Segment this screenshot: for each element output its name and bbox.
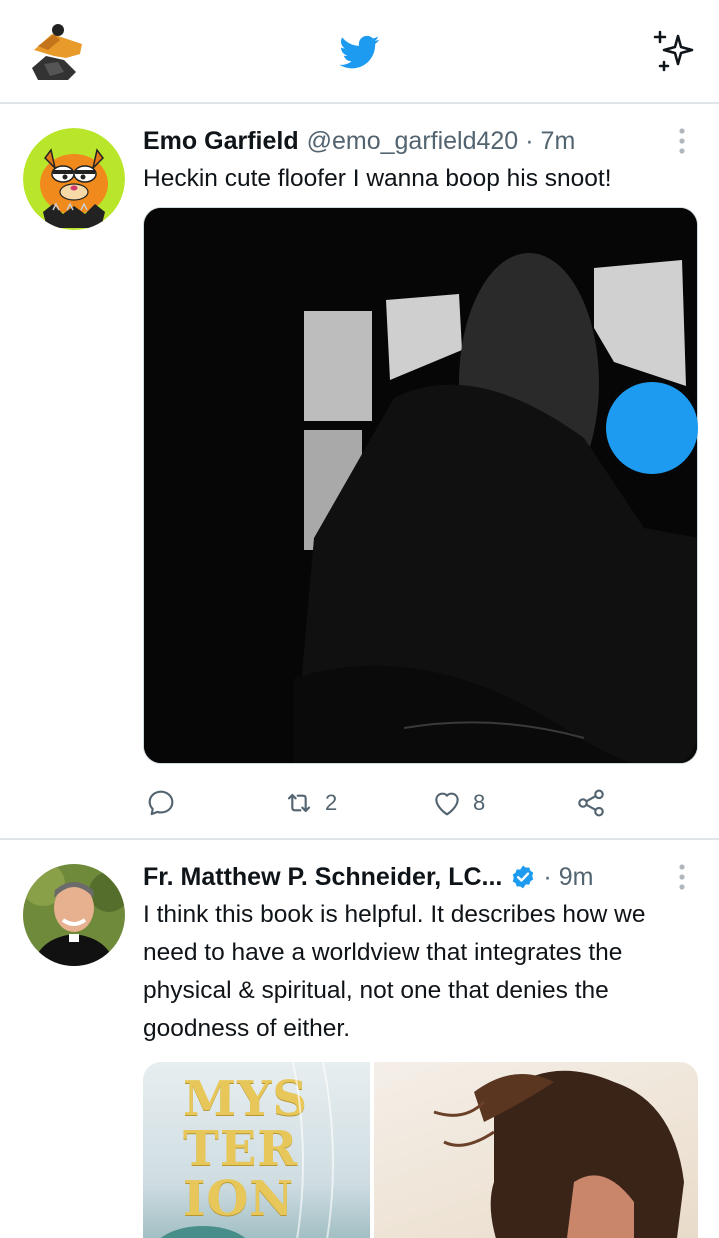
display-name[interactable]: Emo Garfield <box>143 127 299 156</box>
avatar[interactable] <box>23 128 125 230</box>
photo-image[interactable] <box>374 1062 698 1238</box>
twitter-bird-icon[interactable] <box>338 32 382 72</box>
heart-icon <box>435 792 459 816</box>
tweet-actions: 2 8 <box>143 786 703 820</box>
profile-avatar-icon[interactable] <box>24 20 88 84</box>
book-cover-image[interactable]: MYS TER ION <box>143 1062 370 1238</box>
tweet-header: Emo Garfield @emo_garfield420 · 7m <box>143 124 575 158</box>
reply-icon <box>148 790 174 816</box>
tweet[interactable]: Fr. Matthew P. Schneider, LC... · 9m I t… <box>0 842 719 1238</box>
sparkle-icon[interactable] <box>650 26 698 74</box>
tweet-image[interactable] <box>143 207 698 764</box>
tweet-text: Heckin cute floofer I wanna boop his sno… <box>143 165 612 192</box>
avatar[interactable] <box>23 864 125 966</box>
display-name[interactable]: Fr. Matthew P. Schneider, LC... <box>143 863 502 892</box>
tweet-header: Fr. Matthew P. Schneider, LC... · 9m <box>143 860 593 894</box>
more-options-icon[interactable] <box>675 862 689 892</box>
verified-badge-icon <box>513 865 534 889</box>
tweet-media-grid[interactable]: MYS TER ION <box>143 1062 698 1238</box>
reply-button[interactable] <box>145 786 187 820</box>
separator-dot: · <box>525 126 534 155</box>
like-count: 8 <box>473 790 486 815</box>
timestamp[interactable]: 7m <box>541 127 576 156</box>
retweet-button[interactable]: 2 <box>283 786 337 820</box>
user-handle[interactable]: @emo_garfield420 <box>307 127 519 156</box>
like-button[interactable]: 8 <box>431 786 485 820</box>
retweet-count: 2 <box>325 790 338 815</box>
compose-tweet-button[interactable] <box>606 382 698 474</box>
retweet-icon <box>287 793 311 813</box>
tweet[interactable]: Emo Garfield @emo_garfield420 · 7m Hecki… <box>0 106 719 840</box>
more-options-icon[interactable] <box>675 126 689 156</box>
share-icon <box>578 789 604 817</box>
tweet-text: I think this book is helpful. It describ… <box>143 901 646 1042</box>
share-button[interactable] <box>575 786 607 820</box>
top-app-bar <box>0 0 719 104</box>
separator-dot: · <box>543 862 552 891</box>
timestamp[interactable]: 9m <box>559 863 594 892</box>
